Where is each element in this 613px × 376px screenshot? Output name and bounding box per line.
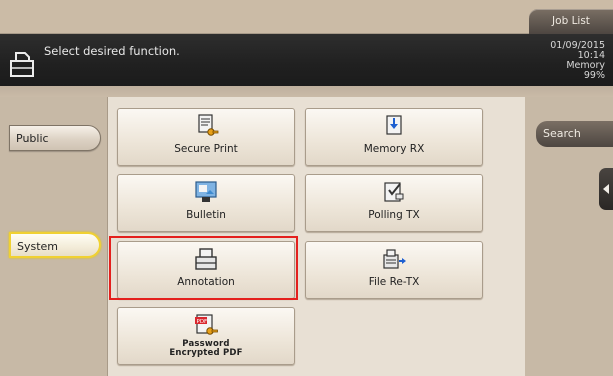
sidebar-item-system[interactable]: System	[9, 232, 101, 258]
status-info: 01/09/2015 10:14 Memory 99%	[550, 41, 605, 81]
memory-rx-label: Memory RX	[363, 143, 425, 155]
file-re-tx-label: File Re-TX	[368, 276, 420, 288]
status-message: Select desired function.	[44, 44, 180, 58]
search-button[interactable]: Search	[536, 121, 613, 147]
secure-print-label: Secure Print	[174, 143, 238, 155]
memory-rx-icon	[386, 115, 402, 135]
file-re-tx-icon	[383, 249, 406, 269]
bulletin-button[interactable]: Bulletin	[117, 174, 295, 232]
polling-tx-icon	[384, 182, 404, 202]
mfp-control-panel: Job List Select desired function. 01/09/…	[0, 0, 613, 376]
memory-value: 99%	[583, 70, 605, 81]
bulletin-icon	[195, 181, 217, 202]
password-encrypted-pdf-button[interactable]: PDF Password Encrypted PDF	[117, 307, 295, 365]
mfp-box-icon	[10, 52, 34, 77]
header-divider	[0, 86, 613, 97]
polling-tx-label: Polling TX	[368, 209, 420, 221]
bulletin-label: Bulletin	[186, 209, 226, 221]
memory-rx-button[interactable]: Memory RX	[305, 108, 483, 166]
sidebar-item-public[interactable]: Public	[9, 125, 101, 151]
svg-text:PDF: PDF	[197, 319, 208, 325]
file-re-tx-button[interactable]: File Re-TX	[305, 241, 483, 299]
password-encrypted-pdf-label: Password Encrypted PDF	[118, 340, 294, 358]
polling-tx-button[interactable]: Polling TX	[305, 174, 483, 232]
secure-print-button[interactable]: Secure Print	[117, 108, 295, 166]
annotation-highlight-box	[109, 236, 298, 300]
job-list-button[interactable]: Job List	[529, 9, 613, 34]
side-panel-toggle[interactable]	[599, 168, 613, 210]
top-strip	[0, 0, 613, 34]
secure-print-icon	[198, 114, 219, 136]
password-encrypted-pdf-icon: PDF	[195, 314, 218, 335]
pdf-label-line2: Encrypted PDF	[169, 348, 243, 358]
header-bar: Select desired function. 01/09/2015 10:1…	[0, 34, 613, 86]
